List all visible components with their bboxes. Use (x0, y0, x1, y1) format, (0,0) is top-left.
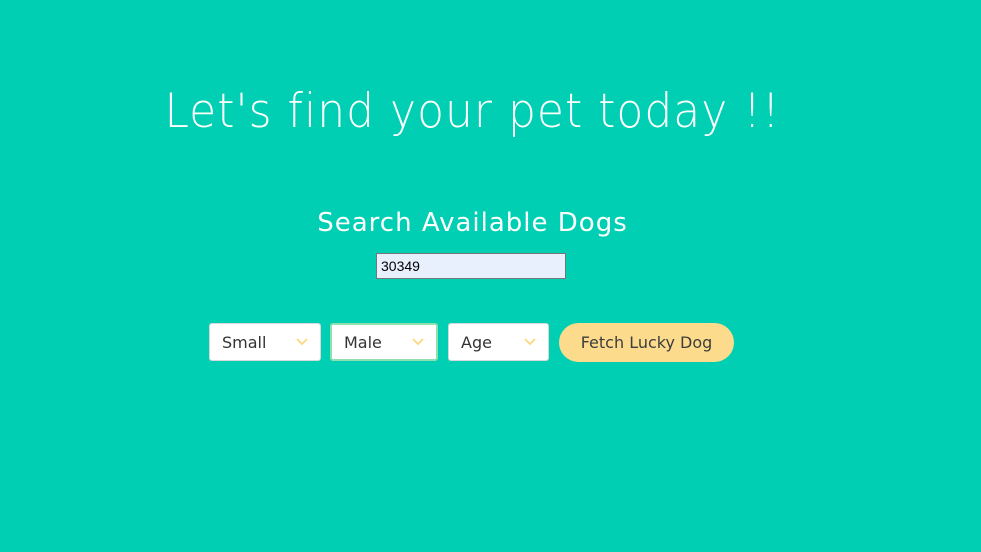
search-heading: Search Available Dogs (317, 208, 628, 238)
age-select-value: Age (461, 332, 492, 352)
size-select[interactable]: Small (209, 323, 321, 361)
page-title: Let's find your pet today !! (164, 83, 781, 140)
chevron-down-icon (412, 338, 424, 346)
gender-select[interactable]: Male (330, 323, 438, 361)
chevron-down-icon (296, 338, 308, 346)
chevron-down-icon (524, 338, 536, 346)
zip-code-input[interactable] (376, 253, 566, 279)
fetch-lucky-dog-button[interactable]: Fetch Lucky Dog (559, 323, 734, 362)
age-select[interactable]: Age (448, 323, 549, 361)
size-select-value: Small (222, 332, 267, 352)
gender-select-value: Male (344, 332, 382, 352)
